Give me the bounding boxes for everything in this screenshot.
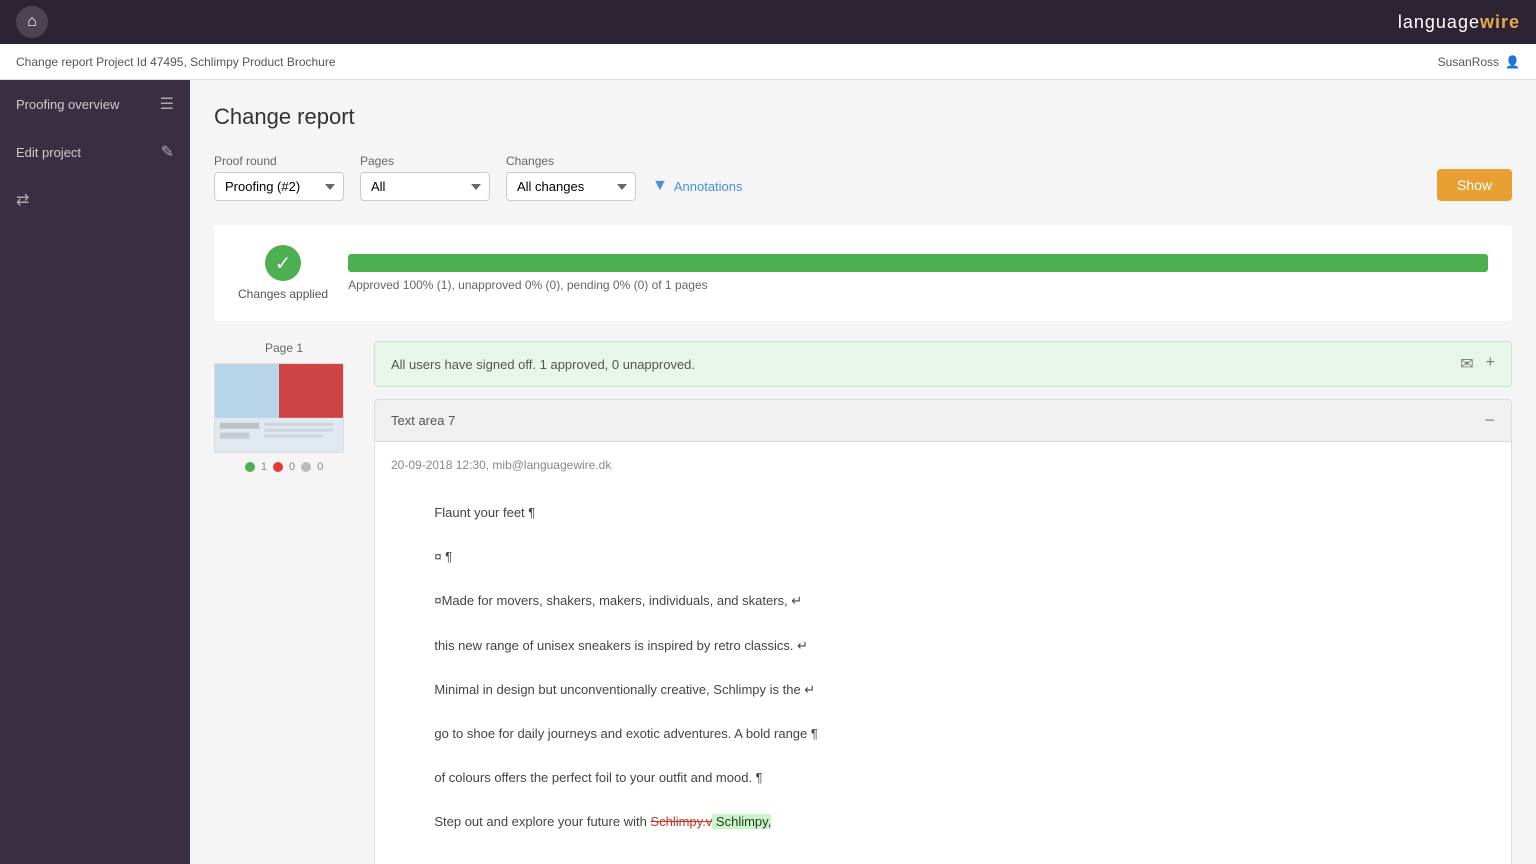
highlight-text-1: Schlimpy, <box>712 814 771 829</box>
progress-bar-fill <box>348 254 1488 272</box>
dot-approved <box>245 462 255 472</box>
filter-bar: Proof round Proofing (#2) Pages All Chan… <box>214 154 1512 201</box>
signed-off-banner: All users have signed off. 1 approved, 0… <box>374 341 1512 387</box>
add-icon[interactable]: + <box>1486 354 1495 374</box>
pages-select[interactable]: All <box>360 172 490 201</box>
status-section: ✓ Changes applied Approved 100% (1), una… <box>214 225 1512 321</box>
sidebar-label-proofing-overview: Proofing overview <box>16 97 119 112</box>
pages-filter: Pages All <box>360 154 490 201</box>
changes-filter: Changes All changes <box>506 154 636 201</box>
thumb-dots: 1 0 0 <box>214 461 354 473</box>
line-6: go to shoe for daily journeys and exotic… <box>434 726 818 741</box>
line-2: ¤ ¶ <box>434 549 452 564</box>
username: SusanRoss <box>1438 55 1499 69</box>
sidebar-item-extra[interactable]: ⇄ <box>0 176 190 224</box>
changes-label: Changes <box>506 154 636 168</box>
page-thumbnail-col: Page 1 <box>214 341 354 864</box>
main-content: Change report Proof round Proofing (#2) … <box>190 80 1536 864</box>
line-3: ¤Made for movers, shakers, makers, indiv… <box>434 593 802 608</box>
strikethrough-text-1: Schlimpy.v <box>650 814 712 829</box>
content-panel: All users have signed off. 1 approved, 0… <box>374 341 1512 864</box>
transfer-icon: ⇄ <box>16 190 29 210</box>
proof-round-label: Proof round <box>214 154 344 168</box>
changes-select[interactable]: All changes <box>506 172 636 201</box>
breadcrumb-item-2: Project Id 47495, Schlimpy Product Broch… <box>96 55 335 69</box>
progress-bar-container: Approved 100% (1), unapproved 0% (0), pe… <box>348 254 1488 292</box>
check-icon: ✓ <box>265 245 301 281</box>
change-content-1: Flaunt your feet ¶ ¤ ¶ ¤Made for movers,… <box>391 480 1495 856</box>
change-meta-1: 20-09-2018 12:30, mib@languagewire.dk <box>391 458 1495 472</box>
line-7: of colours offers the perfect foil to yo… <box>434 770 762 785</box>
sidebar-label-edit-project: Edit project <box>16 145 81 160</box>
text-area-header: Text area 7 − <box>374 399 1512 442</box>
collapse-button[interactable]: − <box>1484 410 1495 431</box>
progress-bar-bg <box>348 254 1488 272</box>
sidebar-item-proofing-overview[interactable]: Proofing overview ☰ <box>0 80 190 128</box>
status-label: Changes applied <box>238 287 328 301</box>
breadcrumb-bar: Change report Project Id 47495, Schlimpy… <box>0 44 1536 80</box>
proof-round-select[interactable]: Proofing (#2) <box>214 172 344 201</box>
line-1: Flaunt your feet ¶ <box>434 505 535 520</box>
user-icon: 👤 <box>1505 55 1520 69</box>
line-4: this new range of unisex sneakers is ins… <box>434 638 808 653</box>
top-nav: ⌂ languagewire <box>0 0 1536 44</box>
breadcrumb-item-1[interactable]: Change report <box>16 55 93 69</box>
thumbnail-image <box>215 364 343 452</box>
line-8-before: Step out and explore your future with <box>434 814 650 829</box>
signed-off-text: All users have signed off. 1 approved, 0… <box>391 357 695 372</box>
change-entry-1: 20-09-2018 12:30, mib@languagewire.dk Fl… <box>374 442 1512 864</box>
edit-icon: ✎ <box>161 142 174 162</box>
email-icon[interactable]: ✉ <box>1460 354 1473 374</box>
dot-pending-count: 0 <box>317 461 323 473</box>
breadcrumb: Change report Project Id 47495, Schlimpy… <box>16 55 336 69</box>
filter-icon: ▼ <box>652 177 668 195</box>
sidebar-item-edit-project[interactable]: Edit project ✎ <box>0 128 190 176</box>
dot-pending <box>301 462 311 472</box>
list-icon: ☰ <box>160 94 174 114</box>
app-logo: languagewire <box>1398 12 1520 33</box>
dot-unapproved <box>273 462 283 472</box>
banner-actions: ✉ + <box>1460 354 1495 374</box>
page-section: Page 1 <box>214 341 1512 864</box>
proof-round-filter: Proof round Proofing (#2) <box>214 154 344 201</box>
home-button[interactable]: ⌂ <box>16 6 48 38</box>
app-layout: Proofing overview ☰ Edit project ✎ ⇄ Cha… <box>0 80 1536 864</box>
status-check: ✓ Changes applied <box>238 245 328 301</box>
show-button[interactable]: Show <box>1437 169 1512 201</box>
annotations-label: Annotations <box>674 179 743 194</box>
line-5: Minimal in design but unconventionally c… <box>434 682 815 697</box>
pages-label: Pages <box>360 154 490 168</box>
dot-approved-count: 1 <box>261 461 267 473</box>
progress-text: Approved 100% (1), unapproved 0% (0), pe… <box>348 278 1488 292</box>
dot-unapproved-count: 0 <box>289 461 295 473</box>
annotations-toggle[interactable]: ▼ Annotations <box>652 171 743 201</box>
page-label: Page 1 <box>214 341 354 355</box>
user-info: SusanRoss 👤 <box>1438 55 1520 69</box>
page-title: Change report <box>214 104 1512 130</box>
text-area-label: Text area 7 <box>391 413 455 428</box>
page-thumbnail[interactable] <box>214 363 344 453</box>
sidebar: Proofing overview ☰ Edit project ✎ ⇄ <box>0 80 190 864</box>
